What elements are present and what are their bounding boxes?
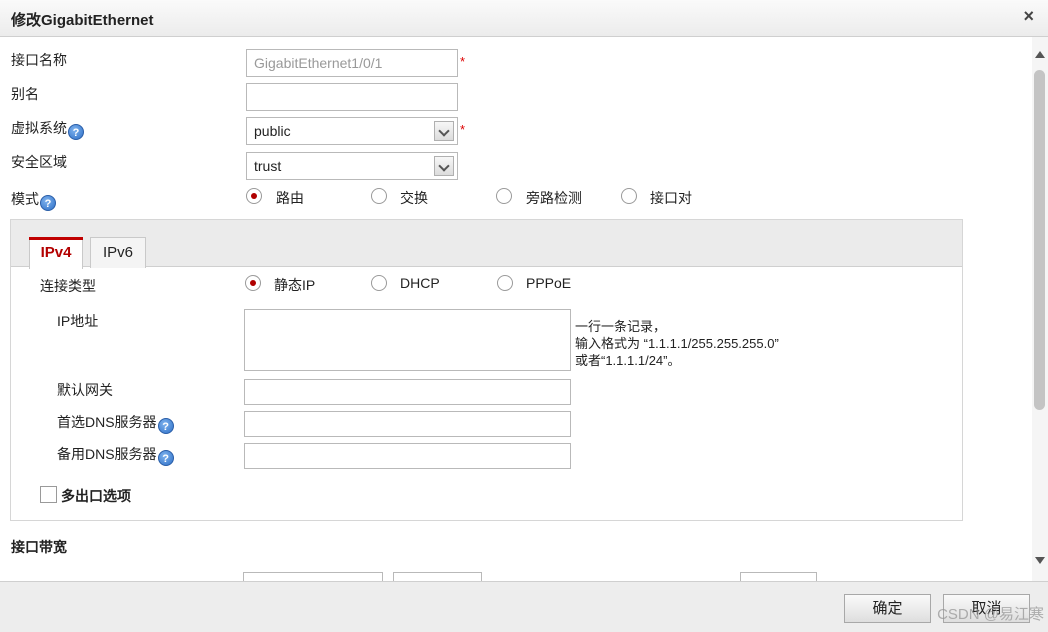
tab-ipv6[interactable]: IPv6 (90, 237, 146, 268)
dns1-label-text: 首选DNS服务器 (57, 414, 157, 430)
conn-radio-dhcp[interactable] (371, 275, 387, 291)
dns1-label: 首选DNS服务器? (57, 412, 174, 434)
dialog-titlebar: 修改GigabitEthernet × (0, 0, 1048, 37)
dns2-label-text: 备用DNS服务器 (57, 446, 157, 462)
mode-option-bypass[interactable]: 旁路检测 (526, 188, 582, 208)
chevron-down-icon[interactable] (434, 121, 454, 141)
conn-option-static[interactable]: 静态IP (274, 275, 315, 295)
mode-option-pair[interactable]: 接口对 (650, 188, 692, 208)
dns1-field[interactable] (244, 411, 571, 437)
bandwidth-field-partial-2[interactable] (740, 572, 817, 581)
mode-radio-pair[interactable] (621, 188, 637, 204)
mode-radio-switch[interactable] (371, 188, 387, 204)
help-icon[interactable]: ? (68, 124, 84, 140)
tab-ipv4[interactable]: IPv4 (29, 237, 83, 269)
conn-radio-static[interactable] (245, 275, 261, 291)
mode-label: 模式? (11, 189, 56, 211)
multi-exit-checkbox[interactable] (40, 486, 57, 503)
tab-strip: IPv4 IPv6 (11, 220, 962, 269)
vsys-label: 虚拟系统? (11, 118, 84, 140)
mode-radio-route[interactable] (246, 188, 262, 204)
zone-select-value: trust (254, 158, 282, 174)
conn-type-label: 连接类型 (40, 278, 96, 294)
vsys-select[interactable]: public (246, 117, 458, 145)
dialog-content: 接口名称 GigabitEthernet1/0/1 * 别名 虚拟系统? pub… (0, 37, 1032, 581)
mode-radio-bypass[interactable] (496, 188, 512, 204)
gateway-label: 默认网关 (57, 382, 113, 398)
mode-option-route[interactable]: 路由 (276, 188, 304, 208)
close-icon[interactable]: × (1023, 6, 1034, 27)
ip-settings-panel: IPv4 IPv6 连接类型 静态IP DHCP PPPoE IP地址 一行一条… (10, 219, 963, 521)
chevron-down-icon[interactable] (434, 156, 454, 176)
dialog-title: 修改GigabitEthernet (11, 12, 154, 29)
scrollbar-thumb[interactable] (1034, 70, 1045, 410)
ip-address-textarea[interactable] (244, 309, 571, 371)
gateway-field[interactable] (244, 379, 571, 405)
vertical-scrollbar[interactable] (1032, 37, 1048, 581)
conn-option-pppoe[interactable]: PPPoE (526, 275, 571, 291)
mode-label-text: 模式 (11, 191, 39, 207)
dns2-field[interactable] (244, 443, 571, 469)
bandwidth-section-title: 接口带宽 (11, 539, 67, 555)
interface-name-label: 接口名称 (11, 52, 67, 68)
bandwidth-field-partial[interactable] (243, 572, 383, 581)
multi-exit-label[interactable]: 多出口选项 (61, 486, 131, 506)
alias-label: 别名 (11, 86, 39, 102)
required-mark: * (460, 122, 466, 137)
mode-option-switch[interactable]: 交换 (400, 188, 428, 208)
required-mark: * (460, 54, 466, 69)
help-icon[interactable]: ? (40, 195, 56, 211)
ip-address-label: IP地址 (57, 313, 99, 329)
watermark: CSDN @易江寒 (937, 606, 1044, 623)
dialog-footer: 确定 取消 CSDN @易江寒 (0, 581, 1048, 632)
interface-name-field[interactable]: GigabitEthernet1/0/1 (246, 49, 458, 77)
vsys-select-value: public (254, 123, 291, 139)
ok-button[interactable]: 确定 (844, 594, 931, 623)
alias-field[interactable] (246, 83, 458, 111)
help-icon[interactable]: ? (157, 450, 174, 466)
bandwidth-select-partial[interactable] (393, 572, 482, 581)
dns2-label: 备用DNS服务器? (57, 444, 174, 466)
scroll-down-icon[interactable] (1035, 557, 1045, 564)
ip-hint-line-3: 或者“1.1.1.1/24”。 (575, 353, 681, 368)
help-icon[interactable]: ? (157, 418, 174, 434)
zone-label: 安全区域 (11, 154, 67, 170)
zone-select[interactable]: trust (246, 152, 458, 180)
conn-radio-pppoe[interactable] (497, 275, 513, 291)
conn-option-dhcp[interactable]: DHCP (400, 275, 440, 291)
scroll-up-icon[interactable] (1035, 51, 1045, 58)
vsys-label-text: 虚拟系统 (11, 120, 67, 136)
